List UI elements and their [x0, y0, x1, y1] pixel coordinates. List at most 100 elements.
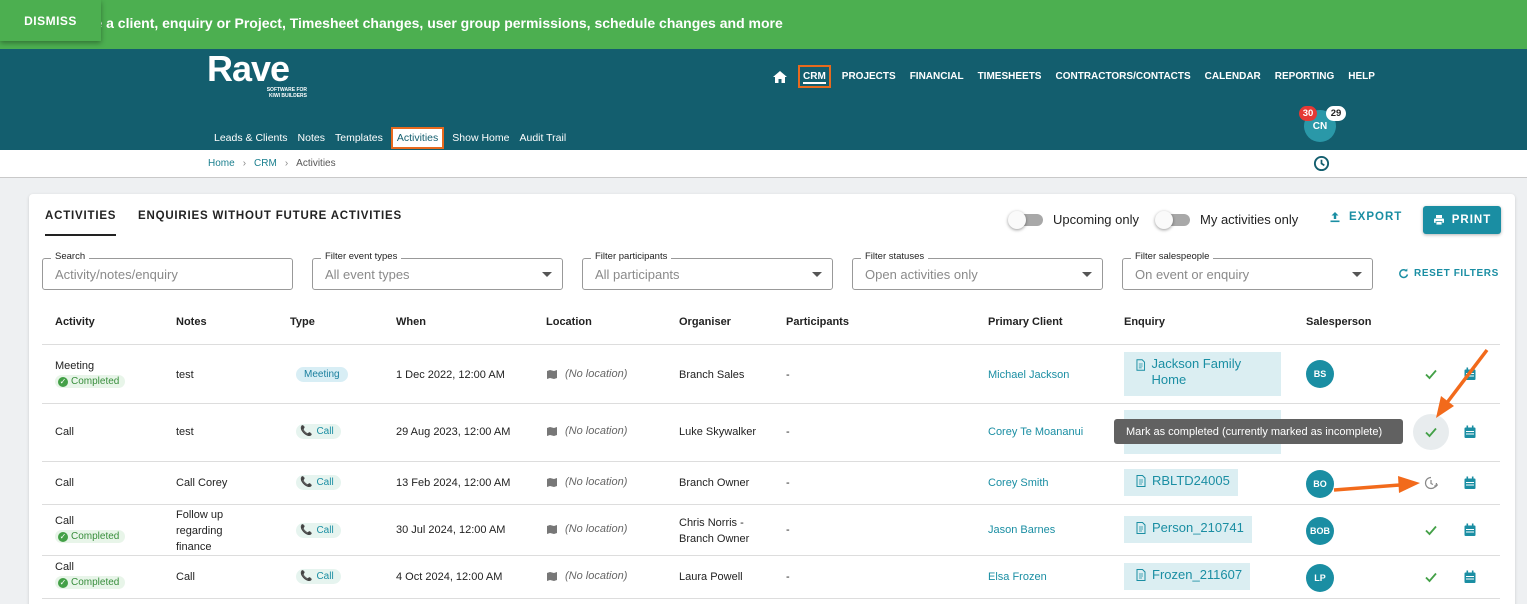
document-icon: [1136, 522, 1146, 534]
rave-logo[interactable]: Rave SOFTWARE FOR KIWI BUILDERS: [207, 51, 307, 100]
column-header-location[interactable]: Location: [546, 316, 592, 328]
location-text: (No location): [565, 425, 628, 437]
breadcrumb-crm[interactable]: CRM: [254, 158, 277, 169]
notification-badge-red[interactable]: 30: [1299, 106, 1317, 121]
toggle-my-activities-only[interactable]: My activities only: [1155, 210, 1298, 229]
salesperson-avatar: BS: [1306, 360, 1334, 388]
calendar-icon[interactable]: [1463, 367, 1477, 381]
enquiry-link[interactable]: Person_210741: [1124, 516, 1252, 543]
dismiss-button[interactable]: DISMISS: [0, 0, 101, 41]
topnav-financial[interactable]: FINANCIAL: [903, 65, 971, 88]
notes-cell: Call: [176, 571, 195, 583]
reset-filters-button[interactable]: RESET FILTERS: [1398, 268, 1499, 279]
column-header-when[interactable]: When: [396, 316, 426, 328]
notes-cell: test: [176, 369, 194, 381]
notification-badge-white[interactable]: 29: [1326, 106, 1346, 121]
table-row[interactable]: Call Call Corey 📞 Call 13 Feb 2024, 12:00…: [42, 461, 1500, 504]
participants-cell: -: [786, 477, 790, 489]
filter-event-types[interactable]: Filter event types All event types: [312, 251, 563, 290]
enquiry-label: RBLTD24005: [1152, 473, 1230, 488]
calendar-icon[interactable]: [1463, 523, 1477, 537]
check-icon[interactable]: [1424, 367, 1438, 381]
subnav-show-home[interactable]: Show Home: [447, 128, 514, 148]
filter-salespeople[interactable]: Filter salespeople On event or enquiry: [1122, 251, 1373, 290]
activity-name: Call: [55, 426, 74, 438]
topnav-help[interactable]: HELP: [1341, 65, 1382, 88]
type-cell: 📞 Call: [296, 569, 341, 584]
search-field[interactable]: Search Activity/notes/enquiry: [42, 251, 293, 290]
topnav-reporting[interactable]: REPORTING: [1268, 65, 1341, 88]
topnav-calendar[interactable]: CALENDAR: [1198, 65, 1268, 88]
location-cell: (No location): [546, 425, 627, 437]
tab-enquiries-without-future-activities[interactable]: ENQUIRIES WITHOUT FUTURE ACTIVITIES: [138, 210, 402, 234]
document-icon: [1136, 569, 1146, 581]
column-header-notes[interactable]: Notes: [176, 316, 207, 328]
upcoming-switch[interactable]: [1008, 210, 1043, 229]
tab-activities[interactable]: ACTIVITIES: [45, 210, 117, 236]
table-row[interactable]: Call ✓ Completed Call 📞 Call 4 Oct 2024, 1…: [42, 555, 1500, 598]
enquiry-link[interactable]: Frozen_211607: [1124, 563, 1251, 590]
column-header-participants[interactable]: Participants: [786, 316, 849, 328]
salesperson-avatar: LP: [1306, 564, 1334, 592]
topnav-crm[interactable]: CRM: [798, 65, 831, 88]
check-icon[interactable]: [1424, 523, 1438, 537]
column-header-type[interactable]: Type: [290, 316, 315, 328]
logo-tagline: SOFTWARE FOR KIWI BUILDERS: [266, 87, 307, 99]
calendar-icon[interactable]: [1463, 570, 1477, 584]
column-header-salesperson[interactable]: Salesperson: [1306, 316, 1371, 328]
subnav-audit-trail[interactable]: Audit Trail: [514, 128, 571, 148]
filter-statuses[interactable]: Filter statuses Open activities only: [852, 251, 1103, 290]
export-icon: [1330, 212, 1340, 223]
type-label: Call: [316, 571, 334, 582]
subnav-leads-clients[interactable]: Leads & Clients: [209, 128, 293, 148]
topnav-projects[interactable]: PROJECTS: [835, 65, 903, 88]
primary-client-link[interactable]: Corey Smith: [988, 477, 1049, 489]
activity-name: Call: [55, 515, 74, 527]
filter-participants-label: Filter participants: [591, 251, 672, 262]
check-icon: ✓: [58, 531, 68, 542]
clock-icon[interactable]: [1313, 155, 1330, 172]
salesperson-avatar: BO: [1306, 470, 1334, 498]
toggle-upcoming-only[interactable]: Upcoming only: [1008, 210, 1139, 229]
when-cell: 30 Jul 2024, 12:00 AM: [396, 524, 506, 536]
notification-banner: ete a client, enquiry or Project, Timesh…: [0, 0, 1527, 49]
status-badge: ✓ Completed: [55, 375, 126, 388]
topnav-contractors[interactable]: CONTRACTORS/CONTACTS: [1048, 65, 1197, 88]
map-icon: [547, 571, 557, 581]
participants-cell: -: [786, 426, 790, 438]
primary-client-link[interactable]: Jason Barnes: [988, 524, 1055, 536]
activity-name: Call: [55, 561, 74, 573]
home-icon[interactable]: [772, 69, 788, 85]
column-header-primary-client[interactable]: Primary Client: [988, 316, 1063, 328]
table-row[interactable]: Call ✓ Completed Follow up regarding fina…: [42, 504, 1500, 555]
subnav-templates[interactable]: Templates: [330, 128, 388, 148]
subnav-notes[interactable]: Notes: [293, 128, 330, 148]
enquiry-link[interactable]: Jackson Family Home: [1124, 352, 1281, 396]
column-header-activity[interactable]: Activity: [55, 316, 95, 328]
column-header-organiser[interactable]: Organiser: [679, 316, 731, 328]
primary-client-link[interactable]: Corey Te Moananui: [988, 426, 1083, 438]
refresh-icon: [1399, 268, 1409, 279]
enquiry-link[interactable]: RBLTD24005: [1124, 469, 1238, 496]
organiser-cell: Luke Skywalker: [679, 426, 757, 438]
primary-client-link[interactable]: Michael Jackson: [988, 369, 1069, 381]
calendar-icon[interactable]: [1463, 476, 1477, 490]
table-row[interactable]: [42, 598, 1500, 604]
breadcrumb-home[interactable]: Home: [208, 158, 235, 169]
check-icon[interactable]: [1424, 425, 1438, 439]
topnav-timesheets[interactable]: TIMESHEETS: [971, 65, 1049, 88]
pending-icon[interactable]: [1424, 476, 1438, 490]
table-row[interactable]: Meeting ✓ Completed test Meeting 1 Dec 20…: [42, 344, 1500, 403]
export-button[interactable]: EXPORT: [1329, 211, 1402, 223]
breadcrumb: Home › CRM › Activities: [208, 158, 336, 169]
my-activities-switch[interactable]: [1155, 210, 1190, 229]
search-input[interactable]: Activity/notes/enquiry: [55, 267, 178, 282]
status-label: Completed: [71, 376, 120, 387]
check-icon[interactable]: [1424, 570, 1438, 584]
filter-participants[interactable]: Filter participants All participants: [582, 251, 833, 290]
print-button[interactable]: PRINT: [1423, 206, 1501, 234]
calendar-icon[interactable]: [1463, 425, 1477, 439]
column-header-enquiry[interactable]: Enquiry: [1124, 316, 1165, 328]
primary-client-link[interactable]: Elsa Frozen: [988, 571, 1047, 583]
subnav-activities[interactable]: Activities: [390, 127, 445, 149]
